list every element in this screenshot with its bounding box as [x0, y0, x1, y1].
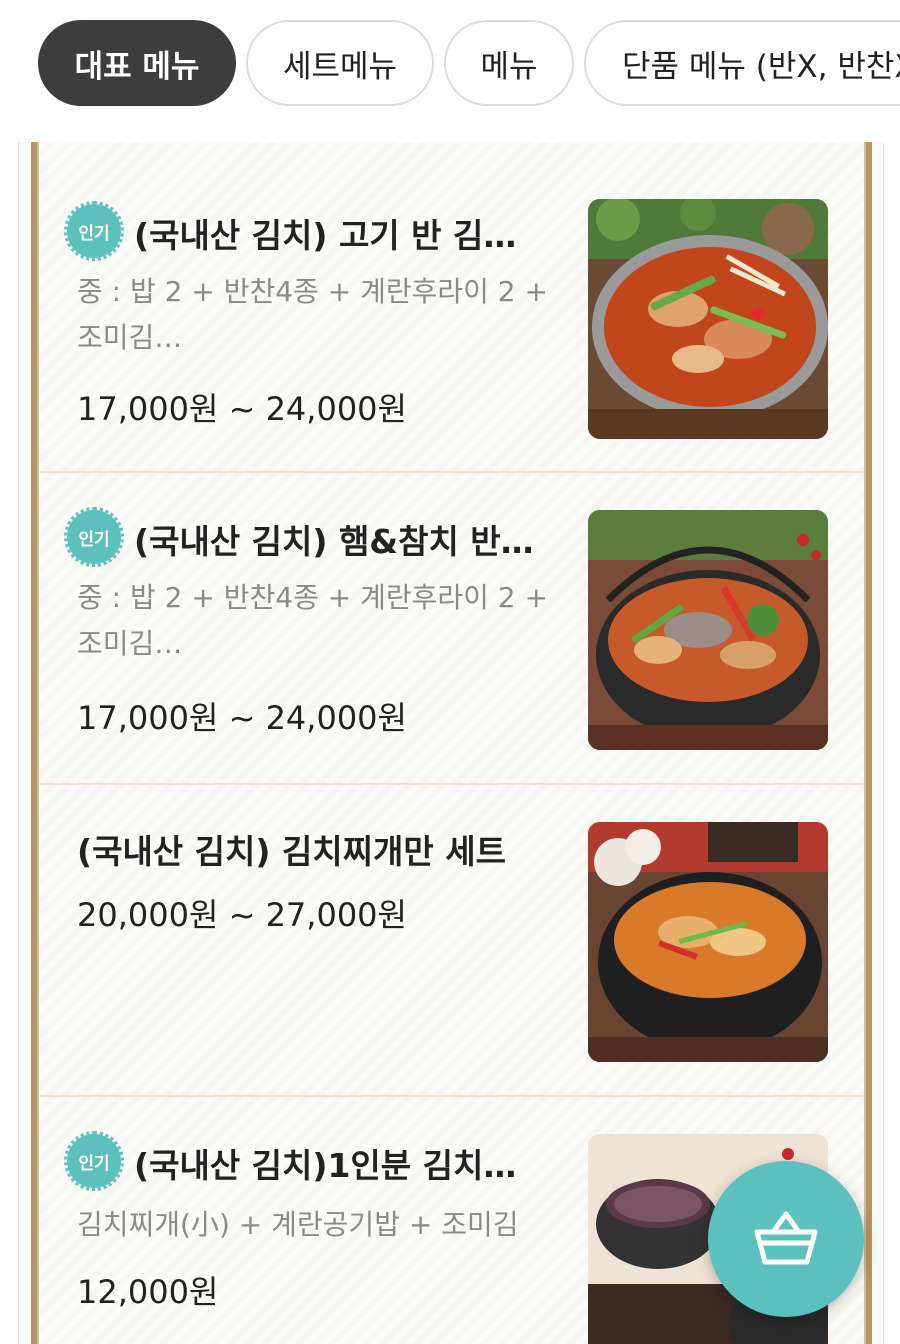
menu-list: 인기 (국내산 김치) 고기 반 김… 중 : 밥 2 + 반찬4종 + 계란후… — [40, 142, 864, 1344]
basket-icon — [754, 1211, 818, 1265]
category-tabs: 대표 메뉴 세트메뉴 메뉴 단품 메뉴 (반X, 반찬X) — [0, 0, 900, 130]
tab-set-menu[interactable]: 세트메뉴 — [246, 20, 434, 106]
tab-signature-menu[interactable]: 대표 메뉴 — [38, 20, 236, 106]
menu-item[interactable]: 인기 (국내산 김치) 햄&참치 반… 중 : 밥 2 + 반찬4종 + 계란후… — [40, 473, 864, 785]
menu-item-name: (국내산 김치)1인분 김치… — [134, 1146, 517, 1185]
tab-single-menu[interactable]: 단품 메뉴 (반X, 반찬X) — [584, 20, 900, 106]
pork-kimchi-stew-photo — [588, 199, 828, 439]
menu-item-description: 중 : 밥 2 + 반찬4종 + 계란후라이 2 + 조미김… — [77, 275, 548, 354]
popular-badge: 인기 — [64, 507, 124, 567]
menu-item-price: 17,000원 ~ 24,000원 — [77, 390, 407, 428]
kimchi-stew-stone-pot-photo — [588, 822, 828, 1062]
cart-button[interactable] — [708, 1161, 864, 1317]
menu-item-name: (국내산 김치) 햄&참치 반… — [134, 522, 534, 561]
menu-item[interactable]: 인기 (국내산 김치) 고기 반 김… 중 : 밥 2 + 반찬4종 + 계란후… — [40, 142, 864, 473]
ham-tuna-kimchi-stew-photo — [588, 510, 828, 750]
menu-item-price: 17,000원 ~ 24,000원 — [77, 699, 407, 737]
popular-badge: 인기 — [64, 1131, 124, 1191]
menu-item-description: 김치찌개(小) + 계란공기밥 + 조미김 — [77, 1208, 519, 1241]
menu-item-price: 20,000원 ~ 27,000원 — [77, 896, 407, 934]
board-rail-left — [31, 142, 39, 1344]
popular-badge: 인기 — [64, 201, 124, 261]
menu-item-name: (국내산 김치) 고기 반 김… — [134, 216, 517, 255]
menu-item[interactable]: (국내산 김치) 김치찌개만 세트 20,000원 ~ 27,000원 — [40, 785, 864, 1097]
menu-item-description: 중 : 밥 2 + 반찬4종 + 계란후라이 2 + 조미김… — [77, 581, 548, 660]
board-rail-right — [864, 142, 872, 1344]
menu-item-name: (국내산 김치) 김치찌개만 세트 — [77, 832, 506, 871]
menu-item-price: 12,000원 — [77, 1273, 219, 1311]
tab-menu[interactable]: 메뉴 — [444, 20, 574, 106]
